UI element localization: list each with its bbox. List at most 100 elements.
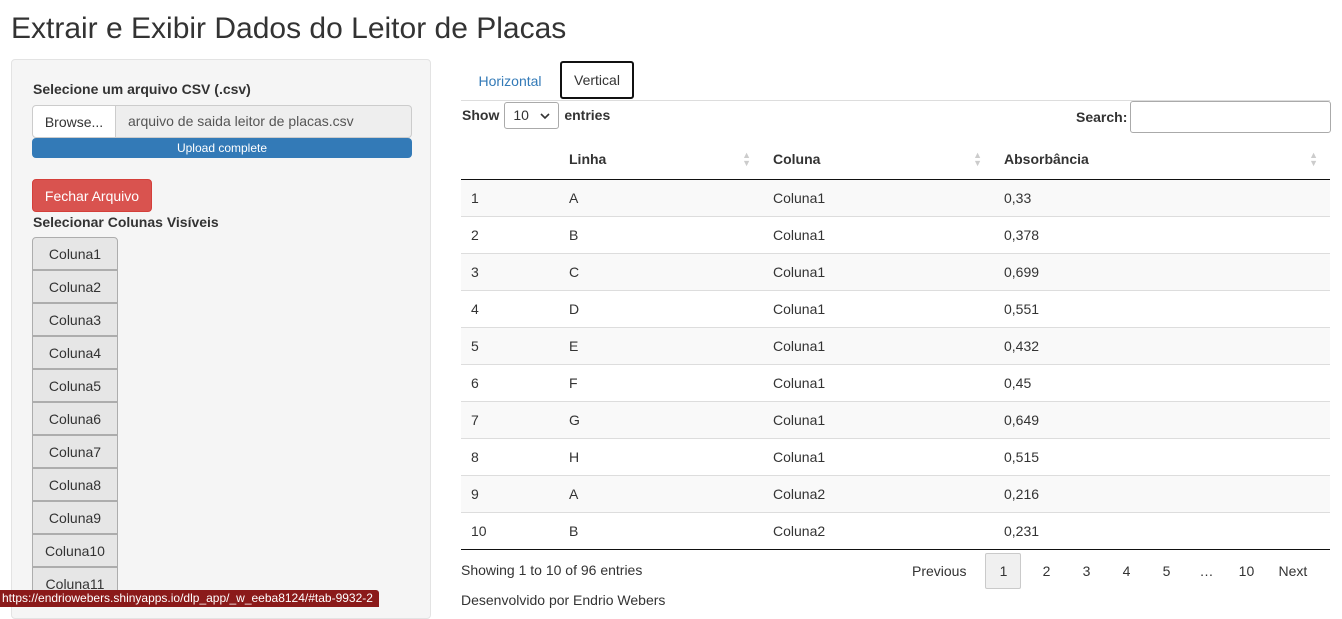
entries-label: entries	[564, 107, 611, 123]
length-control: Show 10 entries	[462, 101, 610, 129]
cell-coluna: Coluna2	[763, 511, 994, 550]
pagination-page[interactable]: 3	[1066, 553, 1106, 589]
cell-coluna: Coluna1	[763, 252, 994, 290]
cell-absorbancia: 0,33	[994, 178, 1330, 216]
table-info: Showing 1 to 10 of 96 entries	[461, 562, 643, 578]
column-toggle-button[interactable]: Coluna1	[32, 237, 118, 270]
search-control: Search:	[1076, 101, 1332, 133]
data-table: Linha ▲ ▼ Coluna ▲ ▼ Absorbância ▲ ▼ 1 A Co…	[461, 140, 1330, 550]
column-toggle-button[interactable]: Coluna4	[32, 336, 118, 369]
cell-coluna: Coluna1	[763, 178, 994, 216]
column-toggle-button[interactable]: Coluna5	[32, 369, 118, 402]
pagination: Previous 1 2 3 4 5 … 10 Next	[898, 553, 1319, 589]
header-absorbancia-label: Absorbância	[1004, 151, 1089, 168]
column-toggle-button[interactable]: Coluna8	[32, 468, 118, 501]
cell-linha: F	[559, 363, 763, 401]
header-absorbancia[interactable]: Absorbância ▲ ▼	[994, 140, 1330, 180]
pagination-previous[interactable]: Previous	[898, 553, 980, 589]
show-label: Show	[462, 107, 500, 123]
column-toggle-button[interactable]: Coluna3	[32, 303, 118, 336]
column-toggle-button[interactable]: Coluna6	[32, 402, 118, 435]
cell-linha: E	[559, 326, 763, 364]
table-row[interactable]: 3 C Coluna1 0,699	[461, 252, 1330, 290]
cell-linha: A	[559, 178, 763, 216]
entries-length-select[interactable]: 10	[504, 101, 560, 129]
cell-absorbancia: 0,45	[994, 363, 1330, 401]
columns-visible-label: Selecionar Colunas Visíveis	[33, 214, 219, 230]
cell-index: 6	[461, 363, 559, 401]
cell-absorbancia: 0,216	[994, 474, 1330, 512]
upload-progress-bar: Upload complete	[32, 138, 412, 158]
pagination-page[interactable]: 4	[1106, 553, 1146, 589]
pagination-next[interactable]: Next	[1266, 553, 1319, 589]
column-toggle-button[interactable]: Coluna7	[32, 435, 118, 468]
tab-vertical[interactable]: Vertical	[560, 61, 634, 99]
pagination-page-current[interactable]: 1	[985, 553, 1022, 589]
header-coluna[interactable]: Coluna ▲ ▼	[763, 140, 994, 180]
cell-index: 3	[461, 252, 559, 290]
cell-coluna: Coluna1	[763, 289, 994, 327]
pagination-page[interactable]: 5	[1146, 553, 1186, 589]
cell-absorbancia: 0,699	[994, 252, 1330, 290]
sort-icon: ▲ ▼	[742, 150, 751, 168]
table-row[interactable]: 6 F Coluna1 0,45	[461, 363, 1330, 401]
cell-absorbancia: 0,231	[994, 511, 1330, 550]
cell-linha: H	[559, 437, 763, 475]
cell-absorbancia: 0,649	[994, 400, 1330, 438]
cell-absorbancia: 0,378	[994, 215, 1330, 253]
column-toggle-button[interactable]: Coluna9	[32, 501, 118, 534]
table-row[interactable]: 4 D Coluna1 0,551	[461, 289, 1330, 327]
cell-linha: B	[559, 215, 763, 253]
table-row[interactable]: 2 B Coluna1 0,378	[461, 215, 1330, 253]
cell-coluna: Coluna1	[763, 437, 994, 475]
cell-index: 4	[461, 289, 559, 327]
pagination-page-last[interactable]: 10	[1226, 553, 1266, 589]
table-row[interactable]: 10 B Coluna2 0,231	[461, 511, 1330, 550]
table-row[interactable]: 8 H Coluna1 0,515	[461, 437, 1330, 475]
file-name-field[interactable]: arquivo de saida leitor de placas.csv	[116, 105, 412, 138]
cell-index: 1	[461, 178, 559, 216]
cell-index: 5	[461, 326, 559, 364]
header-coluna-label: Coluna	[773, 151, 821, 168]
file-input-group: Browse... arquivo de saida leitor de pla…	[32, 105, 412, 138]
table-row[interactable]: 1 A Coluna1 0,33	[461, 178, 1330, 216]
header-index[interactable]	[461, 140, 559, 180]
header-linha[interactable]: Linha ▲ ▼	[559, 140, 763, 180]
page-title: Extrair e Exibir Dados do Leitor de Plac…	[11, 12, 567, 45]
cell-coluna: Coluna1	[763, 215, 994, 253]
cell-linha: A	[559, 474, 763, 512]
column-toggle-button[interactable]: Coluna10	[32, 534, 118, 567]
tab-horizontal[interactable]: Horizontal	[463, 61, 557, 100]
length-value: 10	[513, 107, 529, 123]
cell-coluna: Coluna1	[763, 326, 994, 364]
sidebar-panel: Selecione um arquivo CSV (.csv) Browse..…	[11, 59, 431, 619]
browse-button[interactable]: Browse...	[32, 105, 116, 138]
cell-linha: G	[559, 400, 763, 438]
cell-coluna: Coluna1	[763, 363, 994, 401]
cell-index: 2	[461, 215, 559, 253]
cell-coluna: Coluna1	[763, 400, 994, 438]
chevron-down-icon	[540, 107, 550, 123]
column-toggle-button[interactable]: Coluna2	[32, 270, 118, 303]
cell-index: 7	[461, 400, 559, 438]
table-row[interactable]: 5 E Coluna1 0,432	[461, 326, 1330, 364]
cell-index: 8	[461, 437, 559, 475]
file-input-label: Selecione um arquivo CSV (.csv)	[33, 81, 251, 97]
sort-icon: ▲ ▼	[973, 150, 982, 168]
status-bar-url: https://endriowebers.shinyapps.io/dlp_ap…	[0, 590, 379, 607]
close-file-button[interactable]: Fechar Arquivo	[32, 179, 152, 212]
cell-linha: D	[559, 289, 763, 327]
search-input[interactable]	[1130, 101, 1332, 133]
cell-absorbancia: 0,551	[994, 289, 1330, 327]
table-row[interactable]: 7 G Coluna1 0,649	[461, 400, 1330, 438]
cell-linha: B	[559, 511, 763, 550]
cell-index: 9	[461, 474, 559, 512]
header-linha-label: Linha	[569, 151, 607, 168]
column-toggle-group: Coluna1 Coluna2 Coluna3 Coluna4 Coluna5 …	[32, 237, 118, 600]
table-row[interactable]: 9 A Coluna2 0,216	[461, 474, 1330, 512]
search-label: Search:	[1076, 109, 1128, 125]
pagination-ellipsis: …	[1199, 563, 1214, 579]
cell-absorbancia: 0,515	[994, 437, 1330, 475]
pagination-page[interactable]: 2	[1026, 553, 1066, 589]
cell-index: 10	[461, 511, 559, 550]
